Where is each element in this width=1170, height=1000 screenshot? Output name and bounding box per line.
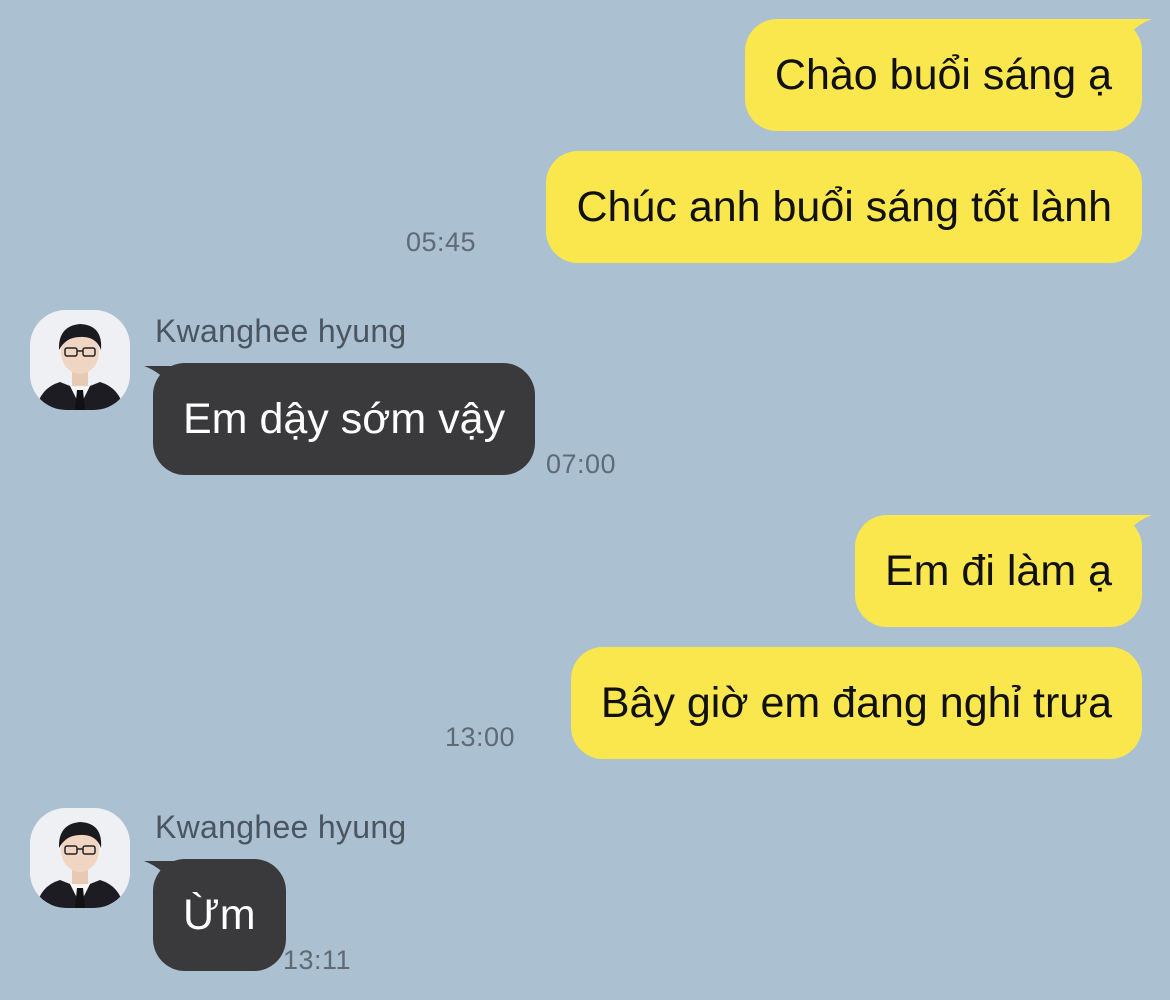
- user-avatar-icon: [30, 310, 130, 410]
- message-timestamp: 13:00: [445, 722, 516, 752]
- sender-avatar[interactable]: [30, 808, 130, 908]
- message-timestamp: 07:00: [546, 449, 617, 479]
- bubble-tail-icon: [1112, 19, 1152, 49]
- message-text: Em đi làm ạ: [884, 547, 1112, 595]
- message-text: Chào buổi sáng ạ: [774, 51, 1112, 99]
- outgoing-message-bubble[interactable]: Bây giờ em đang nghỉ trưa: [570, 647, 1142, 759]
- user-avatar-icon: [30, 808, 130, 908]
- outgoing-message-bubble[interactable]: Chúc anh buổi sáng tốt lành: [546, 151, 1142, 263]
- message-timestamp: 13:11: [283, 945, 352, 975]
- message-text: Em dậy sớm vậy: [183, 395, 506, 443]
- outgoing-message-bubble[interactable]: Chào buổi sáng ạ: [744, 19, 1142, 131]
- sender-name: Kwanghee hyung: [155, 809, 407, 845]
- sender-name: Kwanghee hyung: [155, 313, 407, 349]
- message-text: Ừm: [183, 891, 256, 939]
- message-text: Bây giờ em đang nghỉ trưa: [600, 679, 1112, 727]
- incoming-message-bubble[interactable]: Ừm: [153, 859, 286, 971]
- message-text: Chúc anh buổi sáng tốt lành: [576, 183, 1112, 231]
- bubble-tail-icon: [1112, 515, 1152, 545]
- chat-area[interactable]: Chào buổi sáng ạ Chúc anh buổi sáng tốt …: [0, 0, 1170, 1000]
- outgoing-message-bubble[interactable]: Em đi làm ạ: [854, 515, 1142, 627]
- message-timestamp: 05:45: [406, 227, 477, 257]
- incoming-message-bubble[interactable]: Em dậy sớm vậy: [153, 363, 536, 475]
- sender-avatar[interactable]: [30, 310, 130, 410]
